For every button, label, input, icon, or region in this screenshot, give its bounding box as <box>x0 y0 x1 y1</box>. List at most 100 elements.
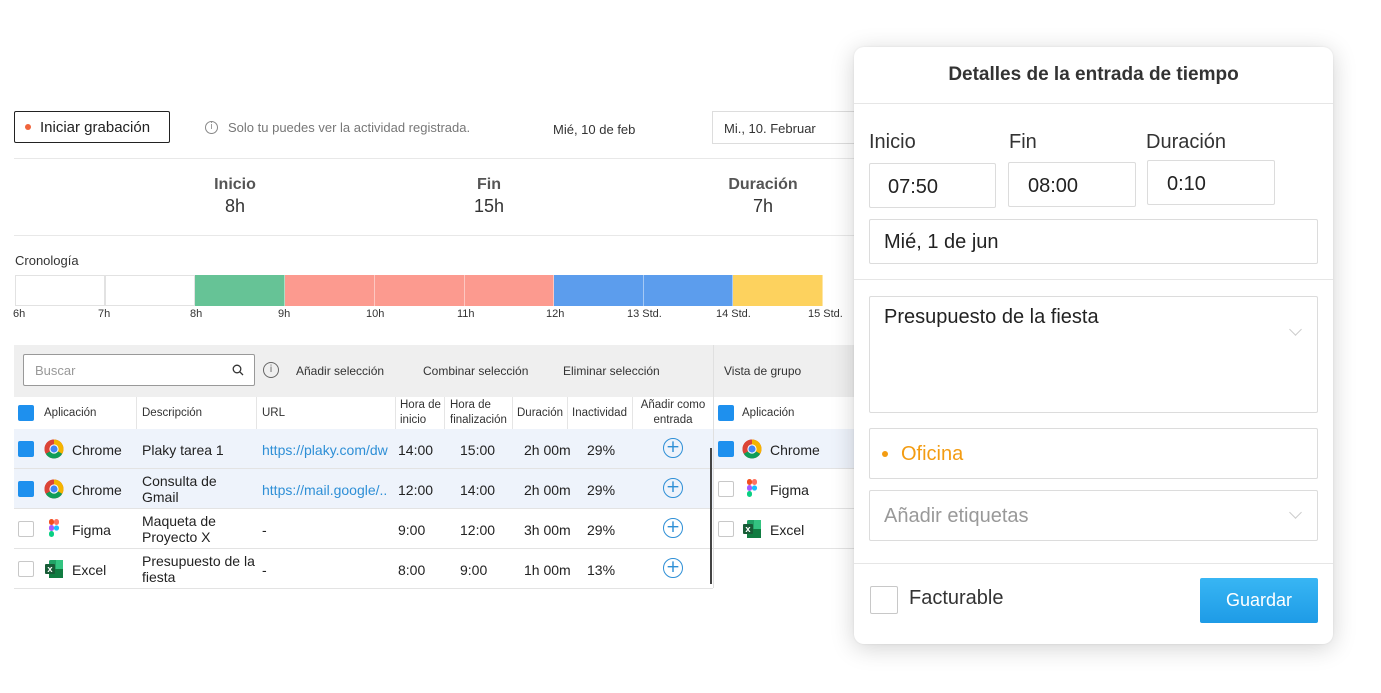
table-row[interactable]: Chrome Plaky tarea 1 https://plaky.com/d… <box>14 429 713 469</box>
merge-selection-button[interactable]: Combinar selección <box>423 364 528 378</box>
group-row[interactable]: X Excel <box>714 509 854 549</box>
row-description-line: fiesta <box>142 569 176 585</box>
description-input[interactable]: Presupuesto de la fiesta <box>869 296 1318 413</box>
row-description: Consulta de Gmail <box>142 473 217 505</box>
duration-value: 0:10 <box>1167 173 1206 195</box>
group-col-header-app[interactable]: Aplicación <box>742 406 794 421</box>
group-row-checkbox[interactable] <box>718 441 734 457</box>
timeline-segment-figma[interactable] <box>195 275 285 306</box>
row-checkbox[interactable] <box>18 521 34 537</box>
table-row[interactable]: Figma Maqueta de Proyecto X - 9:00 12:00… <box>14 509 713 549</box>
table-row[interactable]: X Excel Presupuesto de la fiesta - 8:00 … <box>14 549 713 589</box>
summary-end-value: 15h <box>473 196 505 216</box>
tags-select[interactable]: Añadir etiquetas <box>869 490 1318 541</box>
description-value: Presupuesto de la fiesta <box>884 306 1099 328</box>
group-row[interactable]: Chrome <box>714 429 854 469</box>
group-select-all-checkbox[interactable] <box>718 405 734 421</box>
table-row[interactable]: Chrome Consulta de Gmail https://mail.go… <box>14 469 713 509</box>
row-inactivity: 13% <box>587 562 616 578</box>
duration-input[interactable]: 0:10 <box>1147 160 1275 205</box>
column-divider <box>136 397 137 430</box>
col-header-app[interactable]: Aplicación <box>44 406 96 421</box>
col-header-add-line1: Añadir como <box>640 399 706 411</box>
date-picker[interactable]: Mi., 10. Februar <box>712 111 872 144</box>
col-header-url[interactable]: URL <box>262 406 285 421</box>
timeline-segment[interactable] <box>644 275 733 306</box>
summary-start-value: 8h <box>224 196 246 216</box>
row-end: 9:00 <box>460 562 488 578</box>
search-icon <box>232 364 244 376</box>
start-recording-button[interactable]: Iniciar grabación <box>14 111 170 143</box>
delete-selection-button[interactable]: Eliminar selección <box>563 364 660 378</box>
summary-duration-label: Duración <box>728 176 798 193</box>
column-divider <box>444 397 445 430</box>
group-row-app: Figma <box>770 482 809 498</box>
summary-start-label: Inicio <box>214 176 256 193</box>
row-checkbox[interactable] <box>18 481 34 497</box>
timeline-tick: 13 Std. <box>627 308 662 320</box>
duration-label: Duración <box>1146 131 1227 153</box>
chrome-icon <box>742 439 762 459</box>
row-checkbox[interactable] <box>18 561 34 577</box>
add-entry-button[interactable]: + <box>663 518 683 538</box>
column-divider <box>512 397 513 430</box>
summary-start: Inicio 8h <box>185 176 285 217</box>
start-label: Inicio <box>869 131 916 153</box>
save-button[interactable]: Guardar <box>1200 578 1318 623</box>
timeline-segment[interactable] <box>375 275 465 306</box>
add-entry-button[interactable]: + <box>663 558 683 578</box>
row-end: 14:00 <box>460 482 496 498</box>
date-input[interactable]: Mié, 1 de jun <box>869 219 1318 264</box>
col-header-end[interactable]: Hora de finalización <box>450 398 507 428</box>
end-time-input[interactable]: 08:00 <box>1008 162 1136 207</box>
col-header-duration[interactable]: Duración <box>517 406 563 421</box>
row-url-link[interactable]: https://plaky.com/dw <box>262 442 398 458</box>
privacy-note: i Solo tu puedes ver la actividad regist… <box>205 120 470 135</box>
start-time-input[interactable]: 07:50 <box>869 163 996 208</box>
add-entry-button[interactable]: + <box>663 478 683 498</box>
group-row-checkbox[interactable] <box>718 481 734 497</box>
project-select[interactable]: Oficina <box>869 428 1318 479</box>
row-start: 9:00 <box>398 522 426 538</box>
timeline-segment[interactable] <box>733 275 823 306</box>
add-selection-button[interactable]: Añadir selección <box>296 364 384 378</box>
add-entry-button[interactable]: + <box>663 438 683 458</box>
summary-duration-value: 7h <box>752 196 774 216</box>
svg-text:X: X <box>47 566 53 574</box>
col-header-description[interactable]: Descripción <box>142 406 202 421</box>
row-description-line: Consulta de <box>142 473 217 489</box>
column-divider <box>395 397 396 430</box>
row-url: - <box>262 562 267 578</box>
timeline-tick: 12h <box>546 308 565 320</box>
timeline-tick: 7h <box>98 308 111 320</box>
modal-title: Detalles de la entrada de tiempo <box>948 64 1239 85</box>
search-input[interactable]: Buscar <box>23 354 255 386</box>
divider <box>14 158 854 159</box>
svg-text:X: X <box>745 526 751 534</box>
timeline-segment[interactable] <box>285 275 375 306</box>
billable-checkbox[interactable] <box>870 586 898 614</box>
group-row[interactable]: Figma <box>714 469 854 509</box>
timeline-segment[interactable] <box>554 275 644 306</box>
row-start: 8:00 <box>398 562 426 578</box>
row-end: 15:00 <box>460 442 496 458</box>
table-scrollbar[interactable] <box>710 448 712 584</box>
select-all-checkbox[interactable] <box>18 405 34 421</box>
info-icon[interactable]: i <box>263 362 279 378</box>
summary-duration: Duración 7h <box>703 176 823 217</box>
timeline-tick: 8h <box>190 308 203 320</box>
excel-icon: X <box>743 520 761 538</box>
group-row-app: Chrome <box>770 442 820 458</box>
row-checkbox[interactable] <box>18 441 34 457</box>
col-header-inactivity[interactable]: Inactividad <box>572 406 627 421</box>
row-url-link[interactable]: https://mail.google/.. <box>262 482 398 498</box>
timeline-segment[interactable] <box>465 275 554 306</box>
project-color-dot <box>882 451 888 457</box>
row-end: 12:00 <box>460 522 496 538</box>
group-row-checkbox[interactable] <box>718 521 734 537</box>
chrome-icon <box>44 439 64 459</box>
row-start: 14:00 <box>398 442 434 458</box>
row-description: Presupuesto de la fiesta <box>142 553 255 585</box>
col-header-start[interactable]: Hora de inicio <box>400 398 441 428</box>
timeline-label: Cronología <box>15 253 79 268</box>
